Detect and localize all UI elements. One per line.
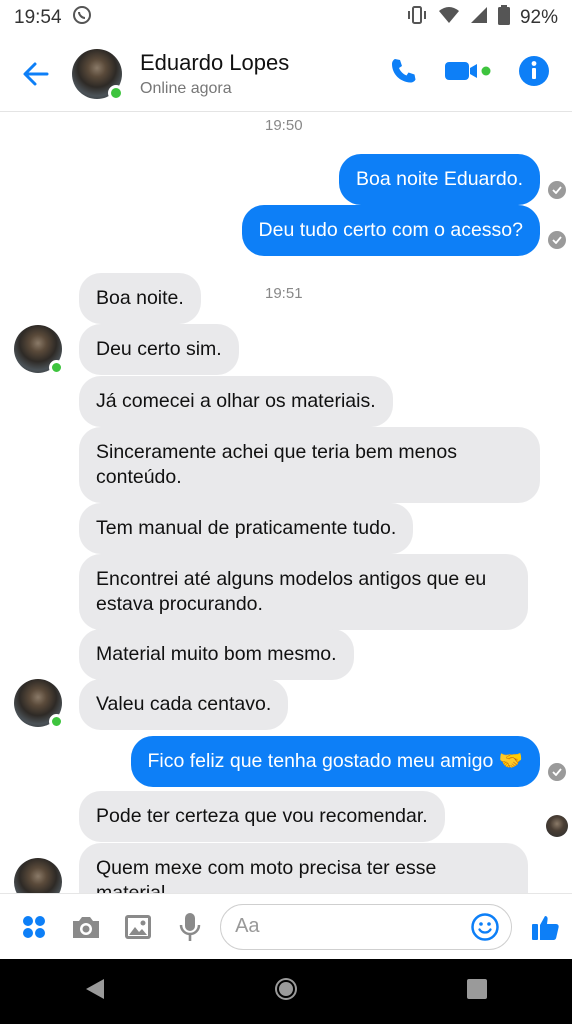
signal-icon [470,6,488,30]
emoji-icon[interactable] [471,912,499,941]
info-button[interactable] [518,55,550,92]
message-outgoing[interactable]: Fico feliz que tenha gostado meu amigo 🤝 [130,736,540,787]
message-list[interactable]: 19:50 Boa noite Eduardo. Deu tudo certo … [0,112,572,893]
contact-name: Eduardo Lopes [140,49,290,75]
delivered-check-icon [548,181,566,199]
nav-home-icon [274,978,297,1000]
back-arrow-icon [23,62,49,85]
like-icon [531,915,559,940]
timestamp: 19:50 [265,117,303,134]
contact-info[interactable]: Eduardo Lopes Online agora [140,50,289,98]
conversation-header: Eduardo Lopes Online agora [0,36,572,112]
status-time: 19:54 [14,7,62,28]
nav-home-button[interactable] [273,976,299,1007]
message-incoming[interactable]: Tem manual de praticamente tudo. [79,503,414,554]
apps-icon [23,915,45,938]
call-button[interactable] [388,56,418,91]
message-input[interactable]: Aa [220,903,512,950]
message-incoming[interactable]: Deu certo sim. [79,324,239,375]
message-input-placeholder: Aa [235,915,260,937]
nav-recents-button[interactable] [466,978,488,1005]
message-incoming[interactable]: Pode ter certeza que vou recomendar. [79,791,445,842]
nav-recents-icon [467,979,488,999]
online-indicator [49,360,64,375]
message-incoming[interactable]: Encontrei até alguns modelos antigos que… [79,554,528,630]
gallery-icon [125,914,152,939]
sender-avatar[interactable] [14,858,62,893]
mic-icon [179,912,201,941]
status-bar: 19:54 92% [0,0,572,36]
camera-button[interactable] [60,914,112,940]
gallery-button[interactable] [112,914,164,940]
presence-status: Online agora [140,79,232,97]
delivered-check-icon [548,763,566,781]
info-icon [519,56,549,86]
whatsapp-icon [72,5,92,31]
battery-percent: 92% [519,7,558,28]
timestamp: 19:51 [265,285,303,302]
online-indicator [49,714,64,729]
nav-back-button[interactable] [84,977,106,1006]
message-incoming[interactable]: Valeu cada centavo. [79,679,289,730]
wifi-icon [438,6,460,30]
apps-button[interactable] [8,914,60,940]
composer-bar: Aa [0,893,572,959]
camera-icon [73,916,100,938]
battery-icon [497,5,510,31]
sender-avatar[interactable] [14,325,64,375]
phone-icon [392,59,416,83]
nav-back-icon [85,979,104,999]
vibrate-icon [406,6,428,30]
message-incoming[interactable]: Material muito bom mesmo. [79,629,354,680]
message-incoming[interactable]: Boa noite. [79,273,201,324]
sender-avatar[interactable] [14,679,64,729]
back-button[interactable] [0,60,72,88]
message-incoming[interactable]: Sinceramente achei que teria bem menos c… [79,427,540,503]
video-icon [445,62,491,80]
mic-button[interactable] [164,912,216,942]
delivered-check-icon [548,231,566,249]
message-outgoing[interactable]: Boa noite Eduardo. [339,154,540,205]
system-navigation-bar [0,959,572,1024]
contact-avatar[interactable] [72,48,124,101]
online-indicator [108,84,124,101]
message-incoming[interactable]: Já comecei a olhar os materiais. [79,376,393,427]
message-incoming[interactable]: Quem mexe com moto precisa ter esse mate… [79,843,528,893]
video-call-button[interactable] [444,59,492,88]
seen-avatar [546,815,568,837]
message-outgoing[interactable]: Deu tudo certo com o acesso? [241,205,540,256]
like-button[interactable] [520,912,572,942]
